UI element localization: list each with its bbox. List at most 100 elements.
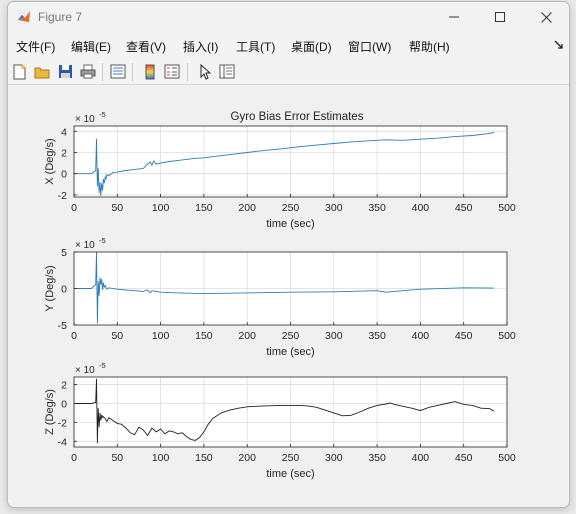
- x-tick-label: 350: [368, 452, 386, 464]
- x-tick-label: 100: [152, 202, 170, 214]
- window-title: Figure 7: [38, 10, 83, 24]
- x-tick-label: 500: [498, 452, 516, 464]
- pointer-arrow-icon: [200, 63, 211, 80]
- matlab-logo-icon: [17, 10, 31, 24]
- y-axis-label: Z (Deg/s): [44, 389, 56, 435]
- toolbar-separator: [187, 63, 188, 81]
- edit-plot-button[interactable]: [196, 63, 213, 80]
- x-tick-label: 150: [195, 330, 213, 342]
- x-tick-label: 200: [238, 330, 256, 342]
- x-tick-label: 250: [282, 452, 300, 464]
- maximize-button[interactable]: [477, 2, 523, 32]
- y-tick-label: -2: [58, 190, 67, 202]
- x-tick-label: 100: [152, 452, 170, 464]
- minimize-icon: [449, 16, 459, 18]
- menu-bar: 文件(F) 编辑(E) 查看(V) 插入(I) 工具(T) 桌面(D) 窗口(W…: [8, 34, 569, 56]
- dock-figure-icon[interactable]: [554, 40, 563, 49]
- insert-colorbar-button[interactable]: [141, 63, 158, 80]
- x-tick-label: 450: [455, 452, 473, 464]
- menu-tools[interactable]: 工具(T): [236, 38, 275, 55]
- x-tick-label: 400: [412, 202, 430, 214]
- x-axis-label: time (sec): [266, 468, 314, 480]
- menu-window[interactable]: 窗口(W): [348, 38, 391, 55]
- x-tick-label: 450: [455, 330, 473, 342]
- x-tick-label: 500: [498, 330, 516, 342]
- x-tick-label: 250: [282, 330, 300, 342]
- x-tick-label: 0: [71, 202, 77, 214]
- menu-insert[interactable]: 插入(I): [183, 38, 218, 55]
- y-tick-label: 2: [61, 147, 67, 159]
- new-file-icon: [13, 64, 26, 79]
- title-bar: Figure 7: [8, 2, 569, 32]
- figure-window: Figure 7 文件(F) 编辑(E) 查看(V) 插入(I) 工具(T) 桌…: [7, 1, 570, 508]
- x-tick-label: 450: [455, 202, 473, 214]
- minimize-button[interactable]: [431, 2, 477, 32]
- x-tick-label: 50: [111, 202, 123, 214]
- menu-edit[interactable]: 编辑(E): [71, 38, 111, 55]
- legend-icon: [164, 64, 179, 79]
- axis-exponent-label: × 10: [75, 365, 95, 376]
- axis-exponent-label: × 10: [75, 240, 95, 251]
- maximize-icon: [495, 12, 505, 22]
- y-tick-label: 0: [61, 284, 67, 296]
- close-button[interactable]: [523, 2, 569, 32]
- x-tick-label: 100: [152, 330, 170, 342]
- open-file-button[interactable]: [33, 63, 50, 80]
- x-tick-label: 500: [498, 202, 516, 214]
- x-tick-label: 0: [71, 452, 77, 464]
- x-tick-label: 300: [325, 330, 343, 342]
- insert-legend-button[interactable]: [163, 63, 180, 80]
- link-plot-icon: [110, 64, 125, 79]
- x-tick-label: 200: [238, 202, 256, 214]
- print-button[interactable]: [79, 63, 96, 80]
- colorbar-icon: [145, 64, 154, 79]
- x-tick-label: 350: [368, 330, 386, 342]
- y-axis-label: Y (Deg/s): [44, 265, 56, 311]
- axis-exponent-power: -5: [99, 361, 106, 370]
- save-icon: [59, 65, 72, 78]
- x-axis-label: time (sec): [266, 346, 314, 358]
- x-tick-label: 250: [282, 202, 300, 214]
- x-tick-label: 50: [111, 330, 123, 342]
- menu-desktop[interactable]: 桌面(D): [291, 38, 332, 55]
- menu-help[interactable]: 帮助(H): [409, 38, 450, 55]
- x-tick-label: 300: [325, 202, 343, 214]
- x-tick-label: 400: [412, 330, 430, 342]
- toolbar-separator: [102, 63, 103, 81]
- link-plot-button[interactable]: [109, 63, 126, 80]
- folder-icon: [34, 67, 49, 78]
- toolbar-separator: [132, 63, 133, 81]
- y-axis-label: X (Deg/s): [44, 138, 56, 184]
- y-tick-label: -5: [58, 320, 67, 332]
- axis-exponent-power: -5: [99, 236, 106, 245]
- x-tick-label: 200: [238, 452, 256, 464]
- main-title: Gyro Bias Error Estimates: [231, 111, 364, 123]
- y-tick-label: 5: [61, 247, 67, 259]
- x-tick-label: 50: [111, 452, 123, 464]
- printer-icon: [80, 64, 95, 79]
- y-tick-label: -4: [58, 436, 67, 448]
- y-tick-label: 0: [61, 169, 67, 181]
- property-inspector-button[interactable]: [218, 63, 235, 80]
- y-tick-label: 4: [61, 126, 67, 138]
- x-tick-label: 0: [71, 330, 77, 342]
- x-tick-label: 150: [195, 452, 213, 464]
- x-tick-label: 400: [412, 452, 430, 464]
- menu-view[interactable]: 查看(V): [126, 38, 166, 55]
- save-button[interactable]: [57, 63, 74, 80]
- toolbar: [8, 58, 569, 85]
- close-icon: [540, 11, 552, 23]
- new-figure-button[interactable]: [11, 63, 28, 80]
- y-tick-label: -2: [58, 417, 67, 429]
- x-axis-label: time (sec): [266, 218, 314, 230]
- x-tick-label: 300: [325, 452, 343, 464]
- axis-exponent-label: × 10: [75, 114, 95, 125]
- figure-canvas: Gyro Bias Error Estimates 0 50 100 150 200 25…: [8, 85, 569, 507]
- figure-plots: Gyro Bias Error Estimates 0 50 100 150 200 25…: [44, 110, 516, 480]
- x-tick-label: 350: [368, 202, 386, 214]
- y-tick-label: 0: [61, 398, 67, 410]
- menu-file[interactable]: 文件(F): [16, 38, 55, 55]
- x-tick-label: 150: [195, 202, 213, 214]
- y-tick-label: 2: [61, 380, 67, 392]
- axis-exponent-power: -5: [99, 110, 106, 119]
